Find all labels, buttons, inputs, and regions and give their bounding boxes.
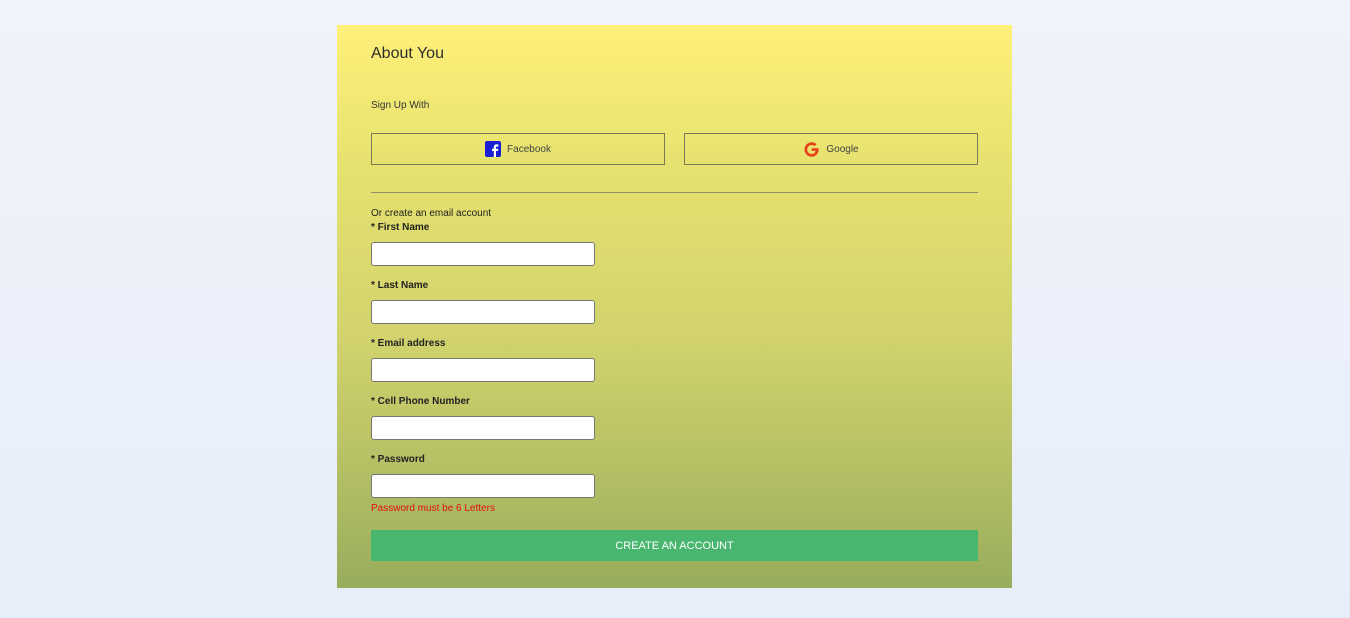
divider	[371, 192, 978, 193]
last-name-input[interactable]	[371, 300, 595, 324]
google-label: Google	[826, 143, 859, 155]
cell-phone-label: * Cell Phone Number	[371, 396, 470, 407]
google-signup-button[interactable]: Google	[684, 133, 978, 165]
or-create-email-text: Or create an email account	[371, 208, 492, 219]
facebook-label: Facebook	[507, 143, 551, 155]
last-name-label: * Last Name	[371, 280, 429, 291]
google-icon	[803, 141, 820, 158]
password-error-text: Password must be 6 Letters	[371, 503, 495, 514]
cell-phone-input[interactable]	[371, 416, 595, 440]
first-name-input[interactable]	[371, 242, 595, 266]
password-label: * Password	[371, 454, 425, 465]
signup-card: About You Sign Up With Facebook Google O…	[337, 25, 1012, 588]
email-label: * Email address	[371, 338, 446, 349]
email-input[interactable]	[371, 358, 595, 382]
password-input[interactable]	[371, 474, 595, 498]
form-title: About You	[371, 45, 444, 62]
facebook-icon	[485, 141, 502, 157]
facebook-signup-button[interactable]: Facebook	[371, 133, 665, 165]
first-name-label: * First Name	[371, 222, 430, 233]
signup-with-label: Sign Up With	[371, 100, 430, 111]
create-account-button[interactable]: CREATE AN ACCOUNT	[371, 530, 978, 561]
